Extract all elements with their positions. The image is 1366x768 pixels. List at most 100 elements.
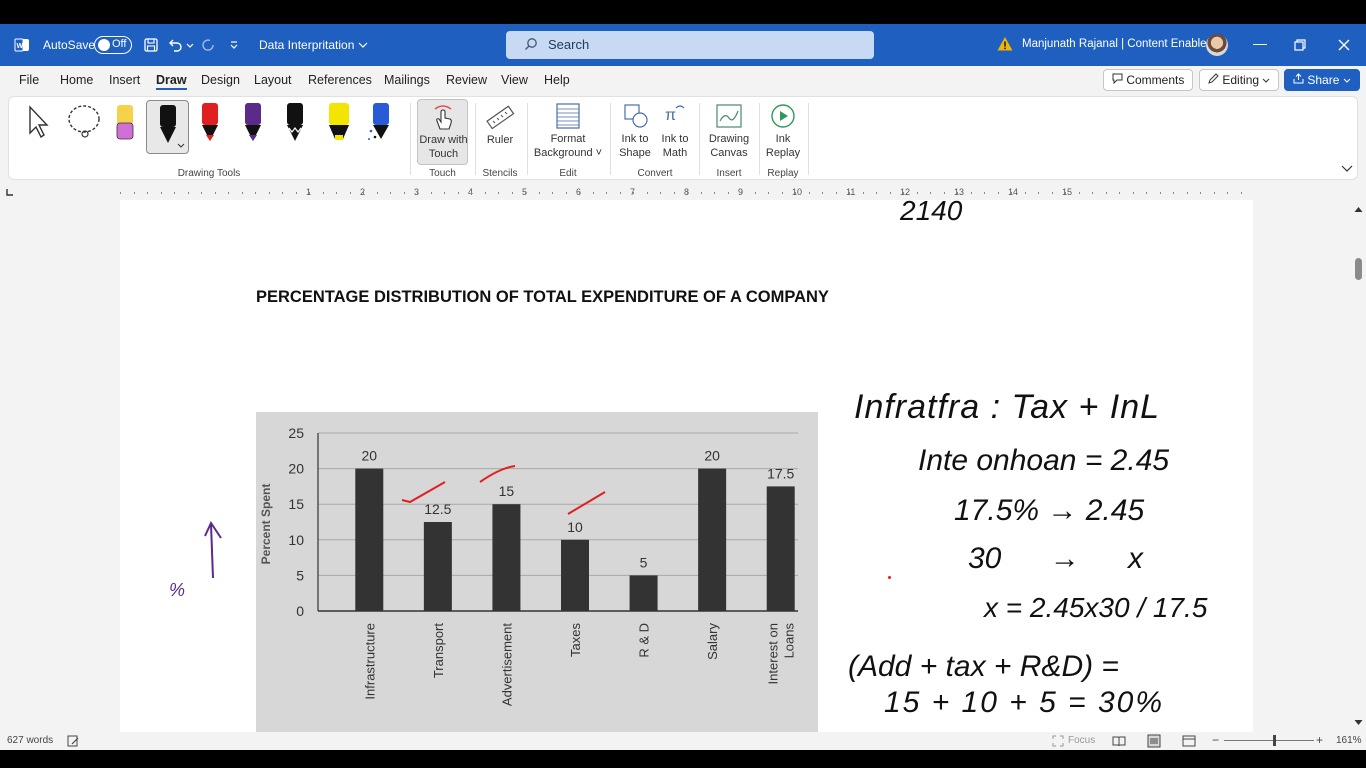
ruler-tick — [1119, 192, 1120, 194]
proofing-icon[interactable] — [67, 735, 80, 747]
restore-icon[interactable] — [1293, 38, 1307, 52]
autosave-label: AutoSave — [43, 38, 96, 52]
label-line-1: Drawing — [708, 133, 750, 145]
ruler-tick — [930, 192, 931, 194]
ink-to-shape-label: Ink to Shape — [615, 132, 655, 160]
editing-mode-button[interactable]: Editing — [1199, 69, 1280, 91]
tab-mailings[interactable]: Mailings — [384, 73, 430, 87]
undo-icon[interactable] — [167, 37, 183, 53]
bar — [355, 468, 384, 611]
ink-note-line-6: (Add + tax + R&D) = — [848, 650, 1119, 683]
ruler-tick — [241, 192, 243, 194]
scroll-up-icon[interactable] — [1354, 206, 1363, 213]
tab-help[interactable]: Help — [544, 73, 570, 87]
ink-to-shape-button[interactable]: Ink to Shape — [615, 99, 655, 165]
tab-file[interactable]: File — [19, 73, 39, 87]
tab-design[interactable]: Design — [201, 73, 240, 87]
ruler-tick — [997, 192, 999, 194]
scroll-down-icon[interactable] — [1354, 719, 1363, 726]
highlighter-yellow-icon[interactable] — [324, 101, 354, 143]
ruler-tick — [538, 192, 540, 194]
ink-note-line-1: Infratfra : Tax + InL — [854, 388, 1161, 426]
status-bar: 627 words Focus − + 161% — [0, 732, 1366, 750]
ruler-tick — [700, 192, 702, 194]
y-tick-label: 0 — [296, 603, 304, 619]
pen-black-icon[interactable] — [280, 101, 310, 143]
zoom-slider-thumb[interactable] — [1273, 735, 1276, 746]
search-box[interactable]: Search — [506, 31, 874, 59]
ink-replay-button[interactable]: Ink Replay — [763, 99, 803, 165]
category-label: Infrastructure — [362, 623, 377, 700]
undo-dropdown-icon[interactable] — [185, 37, 195, 53]
ink-to-math-button[interactable]: π Ink to Math — [655, 99, 695, 165]
ruler-button[interactable]: Ruler — [479, 99, 521, 165]
tab-draw[interactable]: Draw — [156, 73, 187, 90]
ruler-number: 10 — [792, 187, 803, 197]
print-layout-icon[interactable] — [1147, 734, 1161, 748]
pen-purple-icon[interactable] — [238, 101, 268, 143]
focus-icon[interactable] — [1052, 735, 1064, 747]
pen-blue-galaxy-icon[interactable] — [365, 101, 395, 143]
search-icon — [525, 38, 537, 50]
user-name[interactable]: Manjunath Rajanal | Content Enablers — [1022, 38, 1216, 50]
collapse-ribbon-chevron-icon[interactable] — [1341, 165, 1353, 173]
eraser-icon[interactable] — [113, 101, 137, 143]
tab-stop-icon[interactable] — [6, 188, 14, 196]
ruler-tick — [1051, 192, 1053, 194]
ruler-tick — [849, 192, 850, 194]
vertical-scrollbar[interactable] — [1351, 200, 1366, 732]
ribbon-tabs: File Home Insert Draw Design Layout Refe… — [0, 66, 1366, 94]
tab-view[interactable]: View — [501, 73, 528, 87]
minimize-icon[interactable]: — — [1250, 35, 1270, 55]
zoom-in-icon[interactable]: + — [1316, 733, 1323, 747]
close-icon[interactable] — [1337, 38, 1351, 52]
zoom-out-icon[interactable]: − — [1212, 733, 1219, 747]
web-layout-icon[interactable] — [1182, 735, 1196, 747]
pen-red-icon[interactable] — [195, 101, 225, 143]
autosave-toggle[interactable]: Off — [94, 36, 132, 54]
drawing-canvas-button[interactable]: Drawing Canvas — [703, 99, 755, 165]
ruler-tick — [876, 192, 877, 194]
zoom-level[interactable]: 161% — [1336, 735, 1362, 746]
ruler-tick — [390, 192, 391, 194]
lasso-select-icon[interactable] — [65, 103, 103, 141]
scrollbar-thumb[interactable] — [1355, 258, 1362, 280]
tab-layout[interactable]: Layout — [254, 73, 292, 87]
customize-toolbar-icon[interactable] — [228, 37, 240, 53]
ink-left-text: % — [169, 580, 185, 600]
tab-review[interactable]: Review — [446, 73, 487, 87]
ruler-tick — [376, 192, 378, 194]
data-label: 5 — [640, 554, 648, 570]
group-replay: Replay — [767, 168, 799, 179]
select-arrow-icon[interactable] — [25, 103, 53, 141]
word-count[interactable]: 627 words — [7, 735, 53, 746]
save-icon[interactable] — [143, 37, 159, 53]
draw-with-touch-button[interactable]: Draw with Touch — [417, 99, 468, 165]
ruler-tick — [228, 192, 229, 194]
document-name[interactable]: Data Interpritation — [259, 38, 368, 52]
format-background-button[interactable]: Format Background ˅ — [531, 99, 605, 165]
warning-icon[interactable] — [997, 36, 1013, 52]
tab-references[interactable]: References — [308, 73, 372, 87]
ruler-tick — [268, 192, 270, 194]
document-area[interactable]: 2140 PERCENTAGE DISTRIBUTION OF TOTAL EX… — [0, 200, 1366, 732]
toggle-knob — [98, 39, 110, 51]
focus-label[interactable]: Focus — [1068, 735, 1095, 746]
chevron-down-icon — [177, 143, 185, 148]
zoom-slider[interactable] — [1224, 740, 1314, 741]
tab-home[interactable]: Home — [60, 73, 93, 87]
document-page[interactable]: 2140 PERCENTAGE DISTRIBUTION OF TOTAL EX… — [120, 200, 1253, 732]
label-line-2: Math — [662, 147, 688, 159]
ruler-tick — [201, 192, 202, 194]
selected-pen-slot[interactable] — [146, 100, 189, 154]
comments-button[interactable]: Comments — [1103, 69, 1194, 91]
label-line-1: Ink to — [621, 133, 649, 145]
label-line-1: Ink to — [661, 133, 689, 145]
read-mode-icon[interactable] — [1112, 735, 1126, 747]
user-avatar[interactable] — [1206, 34, 1228, 56]
tab-insert[interactable]: Insert — [109, 73, 140, 87]
redo-icon[interactable] — [201, 37, 217, 53]
share-button[interactable]: Share — [1284, 69, 1360, 91]
horizontal-ruler[interactable]: 123456789101112131415 — [0, 184, 1366, 200]
ruler-tick — [633, 192, 634, 194]
